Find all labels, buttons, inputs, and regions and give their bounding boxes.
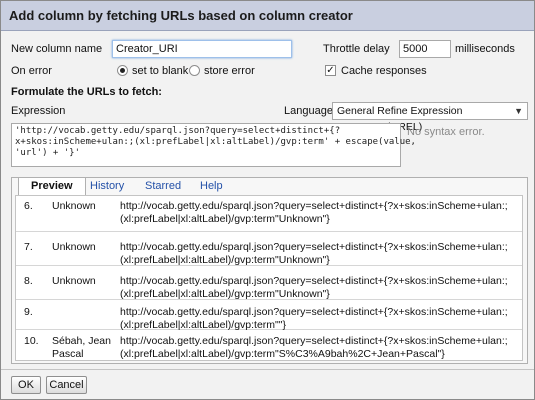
table-row: 10. Sébah, Jean Pascal http://vocab.gett… — [16, 330, 522, 360]
add-column-dialog: Add column by fetching URLs based on col… — [0, 0, 535, 400]
expression-tabs: Preview History Starred Help 6. Unknown … — [11, 177, 528, 364]
new-column-label: New column name — [11, 43, 103, 55]
cancel-button[interactable]: Cancel — [46, 376, 87, 394]
row-url-line-1: http://vocab.getty.edu/sparql.json?query… — [120, 275, 508, 287]
expression-line-1: 'http://vocab.getty.edu/sparql.json?quer… — [15, 126, 341, 136]
row-url-line-2: (xl:prefLabel|xl:altLabel)/gvp:term"S%C3… — [120, 348, 445, 360]
store-error-radio[interactable] — [189, 65, 200, 76]
expression-textarea[interactable]: 'http://vocab.getty.edu/sparql.json?quer… — [11, 123, 416, 167]
row-index: 7. — [24, 241, 33, 253]
row-value: Unknown — [52, 200, 96, 212]
row-url-line-1: http://vocab.getty.edu/sparql.json?query… — [120, 306, 508, 318]
tab-starred[interactable]: Starred — [145, 178, 181, 194]
tab-help[interactable]: Help — [200, 178, 223, 194]
expression-label: Expression — [11, 105, 66, 117]
set-to-blank-radio[interactable] — [117, 65, 128, 76]
table-row: 7. Unknown http://vocab.getty.edu/sparql… — [16, 232, 522, 266]
ok-button[interactable]: OK — [11, 376, 41, 394]
formulate-heading: Formulate the URLs to fetch: — [11, 86, 162, 98]
throttle-delay-input[interactable]: 5000 — [399, 40, 451, 58]
footer-divider — [1, 369, 534, 370]
table-row: 6. Unknown http://vocab.getty.edu/sparql… — [16, 196, 522, 232]
language-select[interactable]: General Refine Expression Language (GREL… — [332, 102, 528, 133]
set-to-blank-label[interactable]: set to blank — [132, 65, 188, 77]
on-error-label: On error — [11, 65, 52, 77]
throttle-delay-label: Throttle delay — [323, 43, 390, 55]
preview-table[interactable]: 6. Unknown http://vocab.getty.edu/sparql… — [15, 195, 523, 361]
row-url-line-1: http://vocab.getty.edu/sparql.json?query… — [120, 200, 508, 212]
tab-history[interactable]: History — [90, 178, 124, 194]
syntax-status: No syntax error. — [407, 126, 485, 138]
table-row: 9. http://vocab.getty.edu/sparql.json?qu… — [16, 300, 522, 331]
table-row: 8. Unknown http://vocab.getty.edu/sparql… — [16, 266, 522, 300]
cache-responses-label[interactable]: Cache responses — [341, 65, 427, 77]
cache-responses-checkbox[interactable]: ✓ — [325, 65, 336, 76]
row-index: 6. — [24, 200, 33, 212]
language-label: Language — [284, 105, 333, 117]
row-value: Sébah, Jean Pascal — [52, 335, 111, 360]
row-index: 10. — [24, 335, 39, 347]
row-value: Unknown — [52, 275, 96, 287]
chevron-down-icon: ▼ — [514, 106, 523, 116]
row-index: 8. — [24, 275, 33, 287]
new-column-name-input[interactable]: Creator_URI — [112, 40, 292, 58]
row-url-line-2: (xl:prefLabel|xl:altLabel)/gvp:term"Unkn… — [120, 213, 330, 225]
tab-preview[interactable]: Preview — [18, 177, 86, 195]
row-index: 9. — [24, 306, 33, 318]
row-value: Unknown — [52, 241, 96, 253]
dialog-title[interactable]: Add column by fetching URLs based on col… — [1, 1, 534, 31]
store-error-label[interactable]: store error — [204, 65, 255, 77]
expression-line-2: x+skos:inScheme+ulan:;(xl:prefLabel|xl:a… — [15, 137, 416, 147]
row-url-line-1: http://vocab.getty.edu/sparql.json?query… — [120, 335, 508, 347]
row-url-line-1: http://vocab.getty.edu/sparql.json?query… — [120, 241, 508, 253]
expression-line-3: 'url') + '}' — [15, 148, 81, 158]
throttle-unit-label: milliseconds — [455, 43, 515, 55]
